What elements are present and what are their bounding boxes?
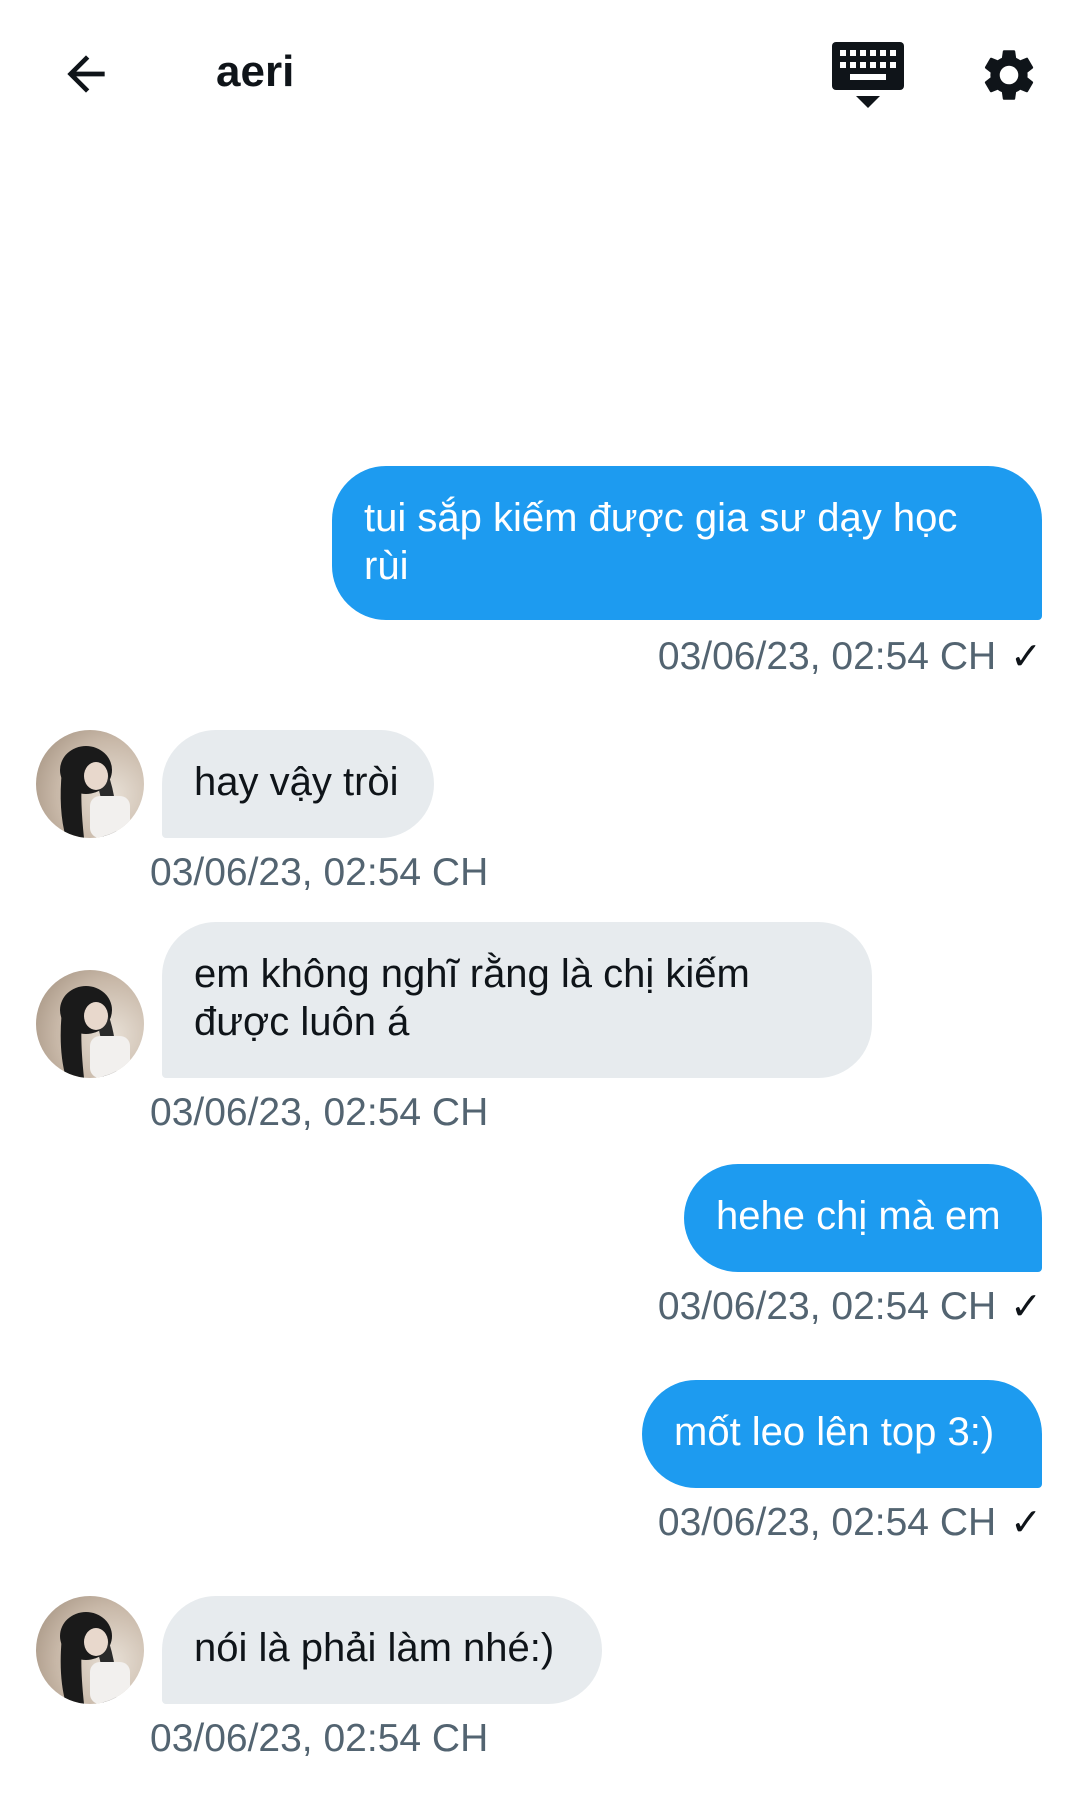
message-text: mốt leo lên top 3:) <box>674 1410 995 1454</box>
avatar[interactable] <box>36 1596 144 1704</box>
check-icon: ✓ <box>1010 636 1042 678</box>
avatar-photo <box>60 1612 130 1704</box>
message-timestamp: 03/06/23, 02:54 CH ✓ <box>657 635 1042 678</box>
message-timestamp: 03/06/23, 02:54 CH <box>150 851 489 894</box>
message-text: tui sắp kiếm được gia sư dạy học rùi <box>364 496 958 588</box>
message-timestamp: 03/06/23, 02:54 CH <box>150 1091 489 1134</box>
incoming-message[interactable]: em không nghĩ rằng là chị kiếm được luôn… <box>162 922 872 1078</box>
incoming-message[interactable]: nói là phải làm nhé:) <box>162 1596 602 1704</box>
avatar[interactable] <box>36 970 144 1078</box>
avatar-photo <box>60 986 130 1078</box>
settings-button[interactable] <box>972 38 1046 112</box>
message-text: hay vậy tròi <box>194 760 399 804</box>
avatar-photo <box>60 746 130 838</box>
outgoing-message[interactable]: hehe chị mà em <box>684 1164 1042 1272</box>
arrow-left-icon <box>67 55 105 93</box>
message-timestamp: 03/06/23, 02:54 CH ✓ <box>657 1501 1042 1544</box>
message-timestamp: 03/06/23, 02:54 CH <box>150 1717 489 1760</box>
conversation-header: aeri <box>0 0 1080 150</box>
conversation-title: aeri <box>216 47 295 96</box>
back-button[interactable] <box>52 40 120 108</box>
message-text: nói là phải làm nhé:) <box>194 1626 555 1670</box>
outgoing-message[interactable]: tui sắp kiếm được gia sư dạy học rùi <box>332 466 1042 620</box>
check-icon: ✓ <box>1010 1286 1042 1328</box>
message-text: em không nghĩ rằng là chị kiếm được luôn… <box>194 952 750 1044</box>
keyboard-icon <box>832 42 904 108</box>
message-timestamp: 03/06/23, 02:54 CH ✓ <box>657 1285 1042 1328</box>
gear-icon <box>984 50 1034 100</box>
check-icon: ✓ <box>1010 1502 1042 1544</box>
avatar[interactable] <box>36 730 144 838</box>
incoming-message[interactable]: hay vậy tròi <box>162 730 434 838</box>
outgoing-message[interactable]: mốt leo lên top 3:) <box>642 1380 1042 1488</box>
message-text: hehe chị mà em <box>716 1194 1001 1238</box>
keyboard-button[interactable] <box>828 38 908 110</box>
